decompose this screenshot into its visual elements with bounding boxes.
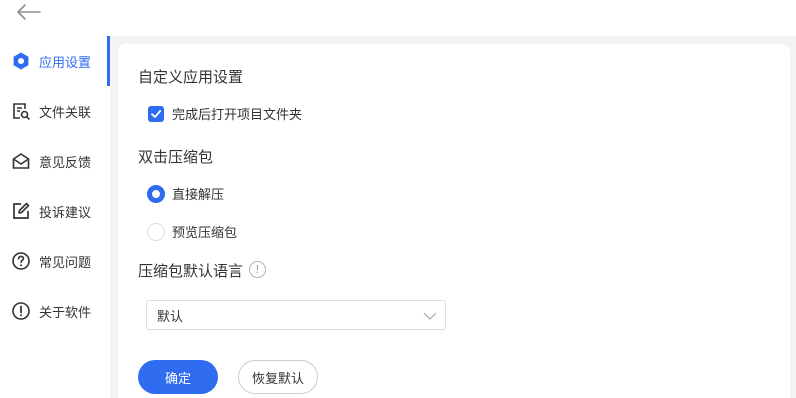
language-title-row: 压缩包默认语言! [138,260,267,281]
settings-panel: 自定义应用设置 完成后打开项目文件夹 双击压缩包 直接解压 预览压缩包 压缩包默… [118,44,790,398]
language-select[interactable]: 默认 [146,300,446,330]
back-arrow-icon[interactable] [14,2,42,22]
file-link-icon [10,100,32,122]
chevron-down-icon [423,312,437,320]
radio-label: 预览压缩包 [172,226,238,241]
sidebar-item-faq[interactable]: 常见问题 [0,236,110,286]
restore-defaults-button[interactable]: 恢复默认 [238,360,318,394]
feedback-mail-icon [10,150,32,172]
sidebar-item-label: 投诉建议 [39,205,92,221]
language-select-value: 默认 [157,309,184,325]
open-folder-checkbox[interactable] [148,105,164,122]
question-icon [10,250,32,272]
sidebar-item-label: 应用设置 [39,55,92,71]
radio-button[interactable] [147,222,165,241]
custom-settings-title: 自定义应用设置 [138,68,244,86]
gear-icon [10,50,32,72]
radio-preview-archive[interactable]: 预览压缩包 [147,222,237,241]
radio-button-checked[interactable] [147,184,165,203]
sidebar: 应用设置 文件关联 意见反馈 投诉建议 常见问题 关于软件 [0,36,110,398]
double-click-title: 双击压缩包 [138,148,214,166]
radio-label: 直接解压 [172,188,225,203]
sidebar-item-about[interactable]: 关于软件 [0,286,110,336]
language-title: 压缩包默认语言 [138,262,244,280]
sidebar-item-app-settings[interactable]: 应用设置 [0,36,110,86]
edit-icon [10,200,32,222]
sidebar-item-file-association[interactable]: 文件关联 [0,86,110,136]
sidebar-item-label: 意见反馈 [39,155,92,171]
confirm-button[interactable]: 确定 [138,360,218,394]
checkmark-icon [151,109,162,118]
radio-extract-directly[interactable]: 直接解压 [147,184,224,203]
top-bar [0,0,796,36]
sidebar-item-complaint[interactable]: 投诉建议 [0,186,110,236]
info-circle-icon[interactable]: ! [249,261,267,278]
open-folder-label: 完成后打开项目文件夹 [172,108,303,123]
open-folder-checkbox-row[interactable]: 完成后打开项目文件夹 [148,104,302,123]
sidebar-item-label: 常见问题 [39,255,92,271]
sidebar-item-label: 关于软件 [39,305,92,321]
sidebar-item-label: 文件关联 [39,105,92,121]
info-icon [10,300,32,322]
sidebar-item-feedback[interactable]: 意见反馈 [0,136,110,186]
